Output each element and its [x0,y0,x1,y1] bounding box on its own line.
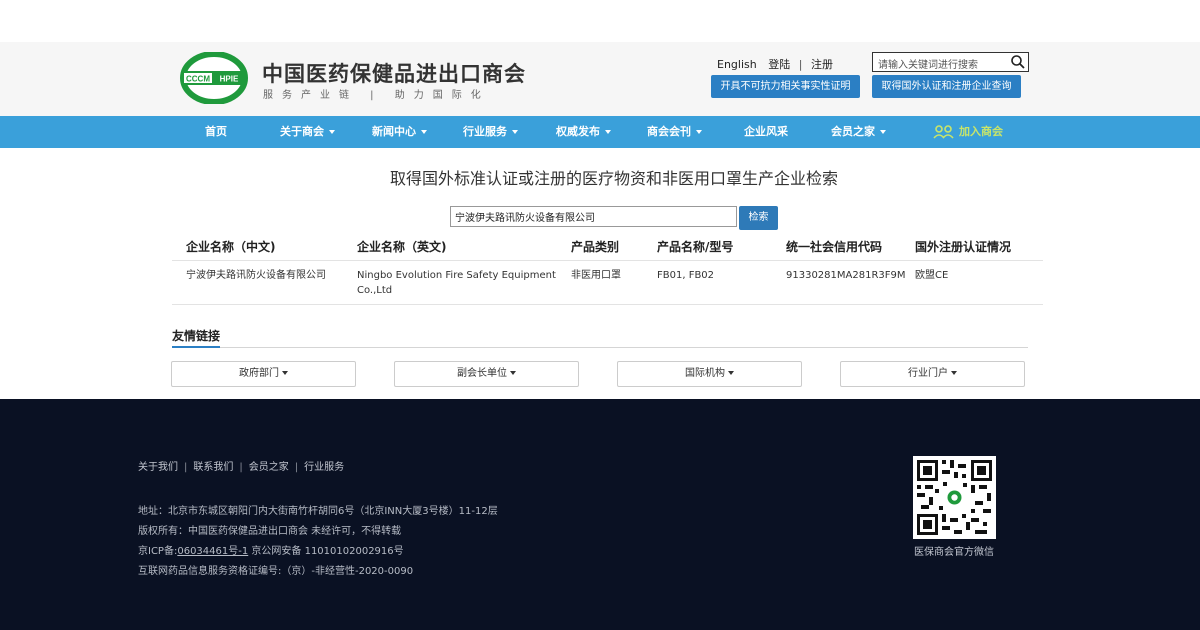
nav-label: 权威发布 [556,125,600,138]
cell-certification: 欧盟CE [915,270,949,281]
footer-icp: 京ICP备:06034461号-1 京公网安备 11010102002916号 [138,542,404,557]
column-header-category: 产品类别 [571,240,620,254]
icp-link[interactable]: 06034461号-1 [177,546,248,557]
dropdown-government[interactable]: 政府部门 [171,361,356,387]
column-header-product: 产品名称/型号 [657,240,734,254]
footer-separator: | [294,462,299,473]
nav-label: 新闻中心 [372,125,416,138]
dropdown-industry-portals[interactable]: 行业门户 [840,361,1025,387]
dropdown-international-orgs[interactable]: 国际机构 [617,361,802,387]
nav-label: 会员之家 [831,125,875,138]
icp-suffix: 京公网安备 11010102002916号 [248,546,404,557]
nav-item-industry-services[interactable]: 行业服务 [463,116,518,148]
registration-query-button[interactable]: 取得国外认证和注册企业查询 [872,75,1021,98]
caret-down-icon [880,130,886,134]
company-search-input[interactable] [450,206,737,227]
nav-item-members[interactable]: 会员之家 [831,116,886,148]
join-label: 加入商会 [959,125,1003,138]
footer-separator: | [239,462,243,473]
caret-down-icon [510,371,516,375]
org-name: 中国医药保健品进出口商会 [262,62,526,86]
nav-item-home[interactable]: 首页 [205,116,227,148]
nav-item-releases[interactable]: 权威发布 [556,116,611,148]
footer-address: 地址：北京市东城区朝阳门内大街南竹杆胡同6号（北京INN大厦3号楼）11-12层 [138,506,498,517]
main-nav: 首页 关于商会 新闻中心 行业服务 权威发布 商会会刊 企业风采 会员之家 加入… [0,116,1200,148]
caret-down-icon [951,371,957,375]
footer-link-about[interactable]: 关于我们 [138,462,178,473]
cell-name-cn: 宁波伊夫路讯防火设备有限公司 [186,270,326,281]
caret-down-icon [282,371,288,375]
footer-link-services[interactable]: 行业服务 [304,462,344,473]
login-link[interactable]: 登陆 [768,58,790,71]
site-search-input[interactable] [873,56,1011,75]
nav-item-showcase[interactable]: 企业风采 [744,116,788,148]
org-slogan: 服务产业链 | 助力国际化 [263,90,490,101]
nav-item-about[interactable]: 关于商会 [280,116,335,148]
english-link[interactable]: English [717,58,757,71]
search-icon[interactable] [1010,54,1026,70]
register-link[interactable]: 注册 [811,58,833,71]
friend-links-title: 友情链接 [172,329,221,343]
top-spacer [0,0,1200,42]
nav-item-journal[interactable]: 商会会刊 [647,116,702,148]
cccmhpie-logo[interactable]: CCCM HPIE [178,52,250,104]
footer-link-contact[interactable]: 联系我们 [193,462,233,473]
caret-down-icon [329,130,335,134]
cell-name-en: Ningbo Evolution Fire Safety Equipment C… [357,270,556,296]
column-header-credit-code: 统一社会信用代码 [786,240,883,254]
caret-down-icon [728,371,734,375]
dropdown-vice-president-units[interactable]: 副会长单位 [394,361,579,387]
cell-category: 非医用口罩 [571,270,621,281]
footer-link-members[interactable]: 会员之家 [249,462,289,473]
column-header-name-cn: 企业名称（中文) [186,240,276,254]
cell-product: FB01, FB02 [657,270,715,281]
nav-item-news[interactable]: 新闻中心 [372,116,427,148]
footer-copyright: 版权所有：中国医药保健品进出口商会 未经许可，不得转载 [138,526,402,537]
caret-down-icon [421,130,427,134]
dropdown-label: 行业门户 [908,368,948,379]
svg-text:HPIE: HPIE [220,75,239,84]
cell-credit-code: 91330281MA281R3F9M [786,270,906,281]
certificate-button[interactable]: 开具不可抗力相关事实性证明 [711,75,860,98]
friend-links-underline [172,346,220,348]
column-header-certification: 国外注册认证情况 [915,240,1012,254]
nav-label: 行业服务 [463,125,507,138]
caret-down-icon [696,130,702,134]
nav-label: 首页 [205,125,227,138]
site-search [872,52,1029,75]
dropdown-label: 副会长单位 [457,368,507,379]
page-title: 取得国外标准认证或注册的医疗物资和非医用口罩生产企业检索 [389,169,838,188]
people-icon [933,125,954,139]
nav-label: 商会会刊 [647,125,691,138]
friend-links-divider [220,347,1028,348]
dropdown-label: 国际机构 [685,368,725,379]
dropdown-label: 政府部门 [239,368,279,379]
icp-prefix: 京ICP备: [138,546,178,557]
footer-links: 关于我们 | 联系我们 | 会员之家 | 行业服务 [138,458,344,473]
company-search-button[interactable]: 检索 [739,206,778,230]
qr-caption: 医保商会官方微信 [914,547,994,558]
caret-down-icon [512,130,518,134]
caret-down-icon [605,130,611,134]
header-top-links: English 登陆 | 注册 [717,56,833,72]
wechat-qr-code [913,456,996,539]
footer-separator: | [184,462,188,473]
footer-license: 互联网药品信息服务资格证编号:（京）-非经营性-2020-0090 [138,566,414,577]
nav-item-join[interactable]: 加入商会 [933,116,1003,148]
column-header-name-en: 企业名称（英文) [357,240,447,254]
svg-text:CCCM: CCCM [186,75,210,84]
table-header-divider [172,260,1043,261]
nav-label: 企业风采 [744,125,788,138]
table-bottom-divider [172,304,1043,305]
link-separator: | [798,58,803,71]
nav-label: 关于商会 [280,125,324,138]
